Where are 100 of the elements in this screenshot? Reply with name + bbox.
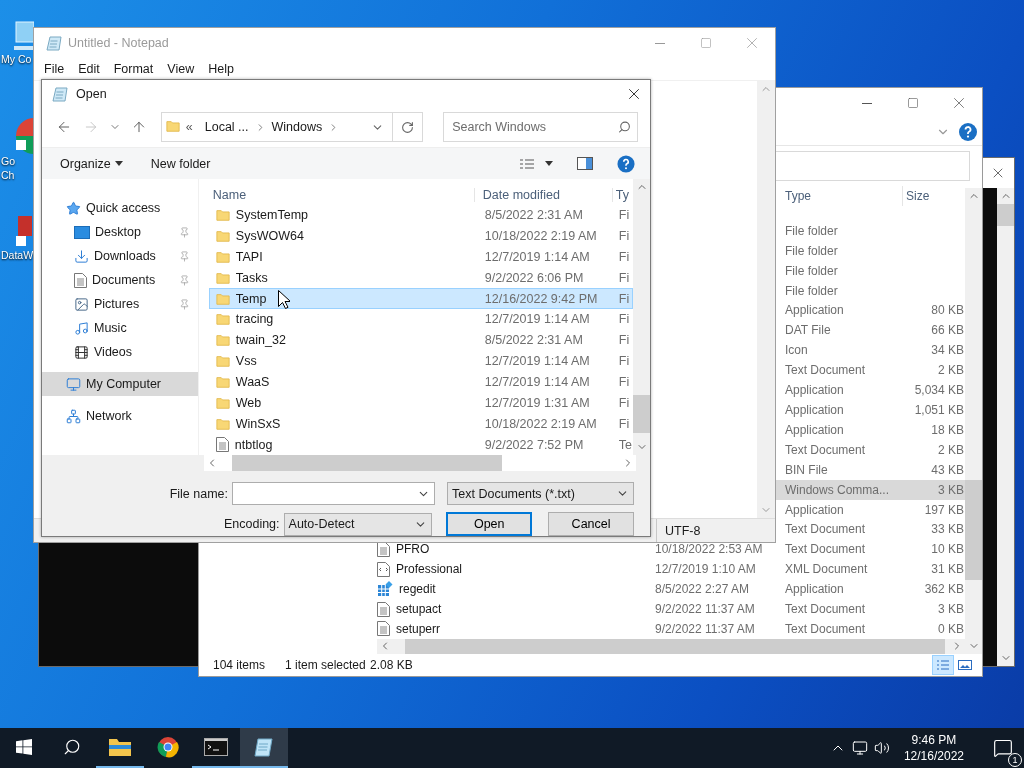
pin-icon[interactable] [178,250,190,262]
menu-item[interactable]: View [160,62,202,76]
volume-icon[interactable] [873,740,890,756]
scrollbar-thumb[interactable] [633,395,650,433]
search-icon[interactable] [618,120,631,134]
file-row[interactable]: WinSxS 10/18/2022 2:19 AM Fi [208,413,633,435]
folder-icon [215,270,230,285]
file-row[interactable]: WaaS 12/7/2019 1:14 AM Fi [208,371,633,393]
file-row[interactable]: Tasks 9/2/2022 6:06 PM Fi [208,267,633,289]
minimize-icon [862,102,872,104]
file-row[interactable]: Web 12/7/2019 1:31 AM Fi [208,392,633,414]
folder-icon [215,249,230,264]
file-name-field[interactable] [232,482,435,505]
folder-icon [215,354,230,369]
dialog-button[interactable]: Cancel [548,512,634,536]
file-row[interactable]: Professional 12/7/2019 1:10 AM XML Document 31 KB [199,559,965,580]
date-modified: 9/2/2022 11:37 AM [655,602,756,617]
file-row[interactable]: SystemTemp 8/5/2022 2:31 AM Fi [208,204,633,226]
file-name: WinSxS [235,416,281,431]
scrollbar-thumb[interactable] [965,480,982,580]
address-bar[interactable]: « Local ... Windows [160,112,424,142]
search-field[interactable]: Search Windows [443,112,638,142]
breadcrumb[interactable]: Local ... [198,120,255,134]
file-row[interactable]: Vss 12/7/2019 1:14 AM Fi [208,350,633,372]
file-name: TAPI [235,249,263,264]
file-name: Tasks [235,270,268,285]
file-type: Text Document [784,442,867,457]
nav-item[interactable]: Music [42,316,198,340]
pin-icon[interactable] [178,274,190,286]
file-size: 362 KB [923,582,964,597]
pin-icon[interactable] [178,226,190,238]
clock[interactable]: 9:46 PM 12/16/2022 [895,732,972,764]
file-row[interactable]: Temp 12/16/2022 9:42 PM Fi [208,288,633,310]
desktop-icon-label: Go [0,154,15,168]
file-row[interactable]: regedit 8/5/2022 2:27 AM Application 362 KB [199,579,965,600]
file-row[interactable]: tracing 12/7/2019 1:14 AM Fi [208,309,633,330]
nav-item[interactable]: Quick access [42,196,198,220]
file-size: 2 KB [937,442,964,457]
nav-item[interactable]: Network [42,404,198,428]
menu-item[interactable]: Help [201,62,241,76]
network-icon[interactable] [851,740,868,756]
help-icon[interactable] [958,121,978,142]
selection-status: 1 item selected [285,658,367,672]
nav-item[interactable]: My Computer [42,372,198,396]
scrollbar[interactable] [757,81,775,518]
date-modified: 12/7/2019 1:10 AM [655,562,757,577]
horizontal-scrollbar[interactable] [204,455,636,471]
encoding-dropdown[interactable]: Auto-Detect [283,512,433,536]
nav-item[interactable]: Pictures [42,292,198,316]
column-header[interactable]: Size [902,186,964,207]
menu-item[interactable]: Format [106,62,161,76]
scrollbar-thumb[interactable] [232,455,502,471]
nav-item[interactable]: Downloads [42,244,198,268]
file-name: Professional [396,562,463,577]
pin-icon[interactable] [178,298,190,310]
file-row[interactable]: twain_32 8/5/2022 2:31 AM Fi [208,329,633,351]
file-row[interactable]: TAPI 12/7/2019 1:14 AM Fi [208,246,633,268]
file-row[interactable]: setupact 9/2/2022 11:37 AM Text Document 3 KB [199,599,965,619]
column-header[interactable]: Date modified [473,187,612,202]
file-row[interactable]: SysWOW64 10/18/2022 2:19 AM Fi [208,225,633,247]
file-type: Fi [617,375,631,389]
date-modified: 8/5/2022 2:27 AM [655,582,751,597]
nav-item[interactable]: Videos [42,340,198,364]
file-size: 43 KB [930,462,964,477]
minimize-icon [655,42,665,44]
file-name: tracing [235,312,274,327]
file-type: Fi [617,208,631,223]
date-modified: 10/18/2022 2:53 AM [655,542,764,557]
file-name: PFRO [396,542,430,557]
encoding-label: Encoding: [222,517,280,531]
overflow-chevron[interactable]: « [179,120,199,134]
scrollbar-thumb[interactable] [997,204,1014,226]
file-row[interactable]: ntbtlog 9/2/2022 7:52 PM Te [208,434,633,455]
new-folder-button[interactable]: New folder [140,150,221,177]
file-name: SystemTemp [235,208,309,223]
menu-item[interactable]: File [37,62,72,76]
column-header[interactable]: Name [204,187,474,202]
file-row[interactable]: setuperr 9/2/2022 11:37 AM Text Document 0 KB [199,619,965,639]
scrollbar[interactable] [965,188,982,654]
column-header[interactable]: Type [782,186,902,207]
xml-file-icon [377,561,390,577]
breadcrumb[interactable]: Windows [265,120,329,134]
dialog-button[interactable]: Open [446,512,533,536]
notepad-icon [52,85,68,102]
desktop-icon [74,225,90,239]
nav-item[interactable]: Documents [42,268,198,292]
menu-item[interactable]: Edit [71,62,107,76]
file-type-dropdown[interactable]: Text Documents (*.txt) [447,482,634,505]
organize-button[interactable]: Organize [50,150,133,177]
scrollbar[interactable] [633,179,650,455]
date-modified: 12/7/2019 1:14 AM [483,312,591,327]
scrollbar[interactable] [997,188,1014,666]
desktop-icon-label: DataW [0,248,34,262]
file-name: setuperr [396,621,441,636]
notification-icon [993,738,1013,758]
file-name: ntbtlog [234,437,273,452]
date-modified: 9/2/2022 11:37 AM [655,621,756,636]
nav-item[interactable]: Desktop [42,220,198,244]
taskbar-app[interactable] [240,728,288,768]
date-modified: 12/7/2019 1:14 AM [483,249,591,264]
